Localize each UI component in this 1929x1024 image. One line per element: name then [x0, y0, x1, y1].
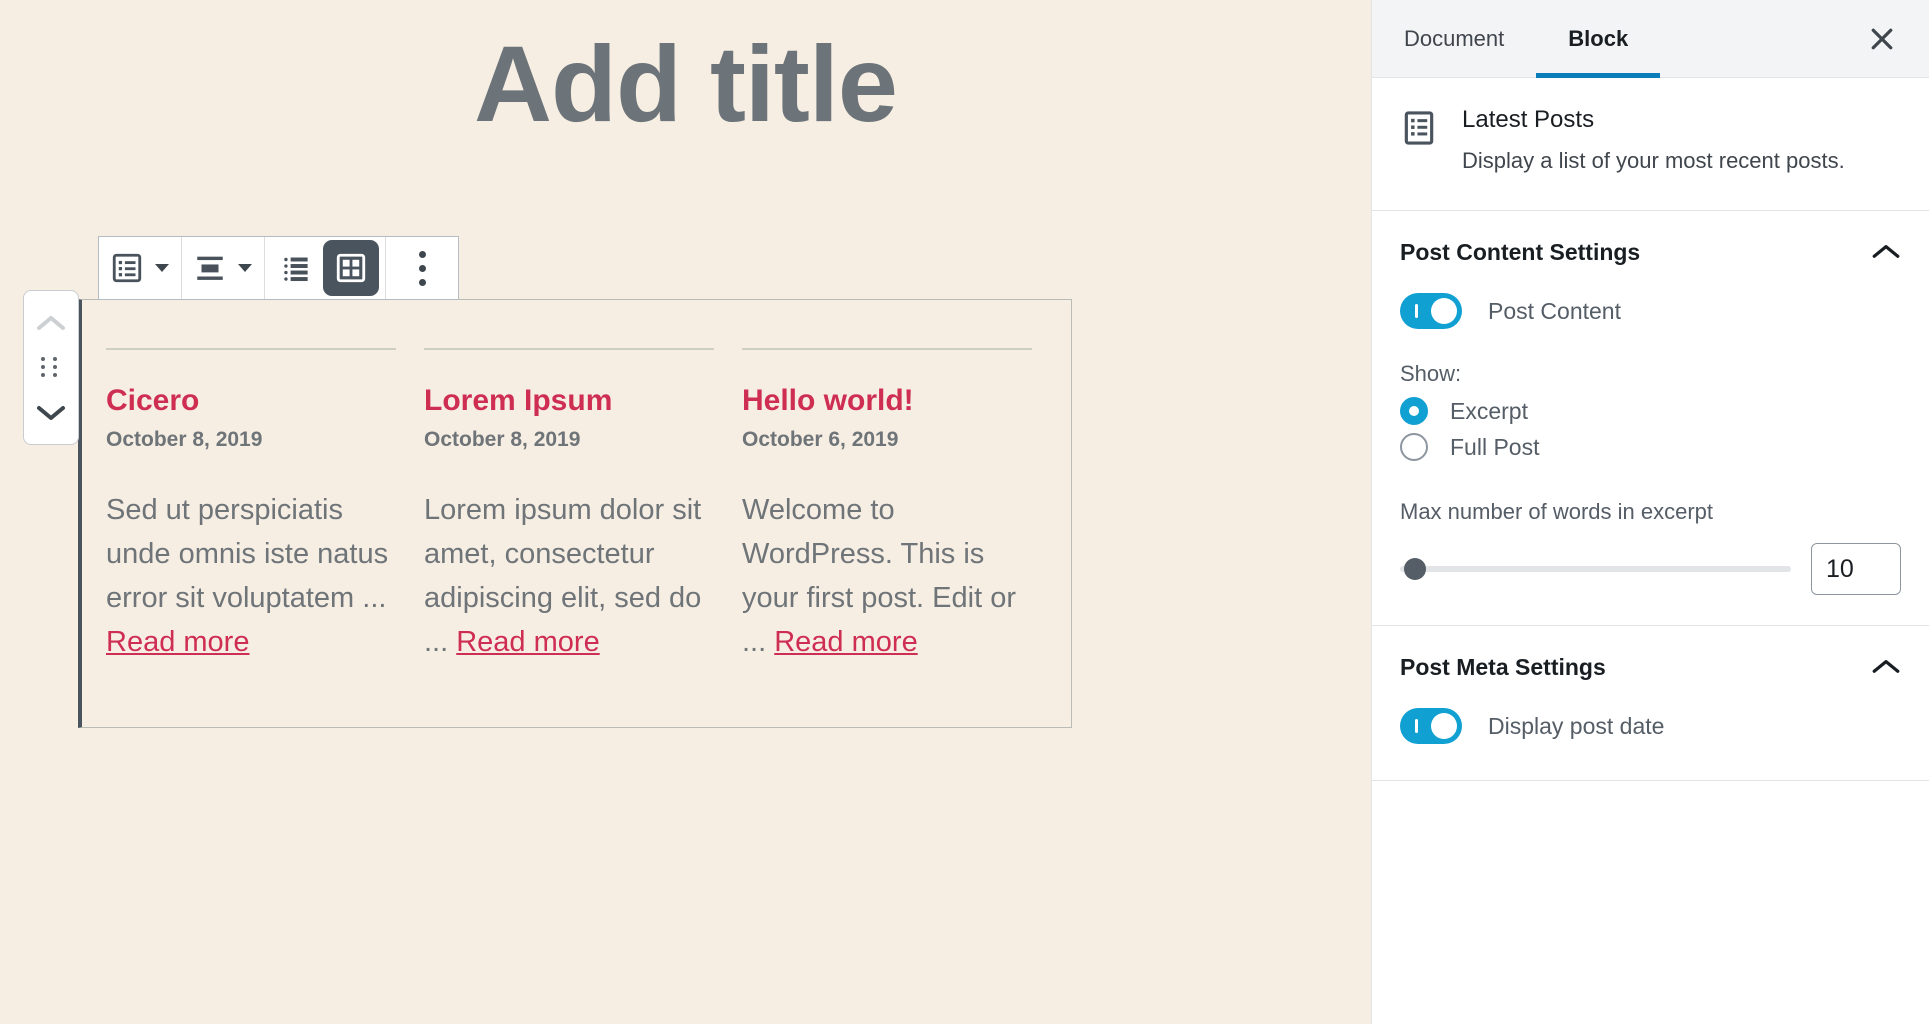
align-button[interactable]	[188, 237, 232, 299]
toggle-bar-icon	[1415, 304, 1418, 318]
settings-sidebar: Document Block L	[1371, 0, 1929, 1024]
toggle-knob	[1431, 298, 1457, 324]
post-date: October 8, 2019	[424, 428, 714, 452]
close-icon	[1867, 24, 1897, 54]
list-view-icon	[110, 251, 144, 285]
latest-posts-icon	[1400, 109, 1438, 147]
post-divider	[742, 348, 1032, 350]
chevron-up-icon	[1871, 242, 1901, 262]
block-name: Latest Posts	[1462, 106, 1845, 134]
post-content-toggle[interactable]	[1400, 293, 1462, 329]
layout-group	[265, 237, 386, 299]
panel-post-content-settings-header[interactable]: Post Content Settings	[1400, 211, 1901, 293]
list-layout-button[interactable]	[271, 237, 323, 299]
align-center-icon	[193, 251, 227, 285]
alignment-group	[182, 237, 265, 299]
post-title-link[interactable]: Hello world!	[742, 384, 1032, 417]
tab-document[interactable]: Document	[1372, 0, 1536, 77]
block-icon-wrapper	[1400, 106, 1440, 176]
grid-layout-button[interactable]	[323, 240, 379, 296]
radio-full-post-label: Full Post	[1450, 434, 1539, 461]
read-more-link[interactable]: Read more	[774, 626, 917, 658]
show-label: Show:	[1400, 361, 1901, 387]
radio-option-excerpt[interactable]: Excerpt	[1400, 397, 1901, 425]
post-excerpt: Welcome to WordPress. This is your first…	[742, 488, 1032, 664]
display-post-date-label: Display post date	[1488, 713, 1664, 740]
post-date: October 6, 2019	[742, 428, 1032, 452]
read-more-link[interactable]: Read more	[456, 626, 599, 658]
post-divider	[106, 348, 396, 350]
panel-post-content-settings: Post Content Settings Post Content Show:…	[1372, 211, 1929, 626]
align-chevron-down-icon[interactable]	[232, 237, 258, 299]
list-layout-icon	[280, 251, 314, 285]
toggle-knob	[1431, 713, 1457, 739]
post-excerpt: Lorem ipsum dolor sit amet, consectetur …	[424, 488, 714, 664]
post-content-toggle-label: Post Content	[1488, 298, 1621, 325]
slider-thumb[interactable]	[1404, 558, 1426, 580]
toggle-bar-icon	[1415, 719, 1418, 733]
display-post-date-toggle[interactable]	[1400, 708, 1462, 744]
grid-layout-icon	[334, 251, 368, 285]
drag-handle-icon[interactable]	[41, 357, 61, 379]
more-group	[386, 237, 458, 299]
move-down-button[interactable]	[24, 390, 78, 435]
post-content-toggle-row: Post Content	[1400, 293, 1901, 329]
block-type-chevron-down-icon[interactable]	[149, 237, 175, 299]
radio-excerpt-icon	[1400, 397, 1428, 425]
block-description: Display a list of your most recent posts…	[1462, 146, 1845, 176]
wordpress-block-editor: Add title	[0, 0, 1929, 1024]
post-item: Lorem Ipsum October 8, 2019 Lorem ipsum …	[424, 348, 714, 664]
max-words-control: 10	[1400, 543, 1901, 595]
chevron-up-icon	[1871, 657, 1901, 677]
panel-post-meta-settings: Post Meta Settings Display post date	[1372, 626, 1929, 781]
post-date: October 8, 2019	[106, 428, 396, 452]
block-toolbar	[98, 236, 459, 300]
block-mover	[23, 290, 79, 445]
latest-posts-grid: Cicero October 8, 2019 Sed ut perspiciat…	[82, 300, 1071, 664]
close-sidebar-button[interactable]	[1847, 0, 1917, 78]
panel-title: Post Content Settings	[1400, 239, 1640, 266]
post-title-link[interactable]: Lorem Ipsum	[424, 384, 714, 417]
block-info-text: Latest Posts Display a list of your most…	[1462, 106, 1845, 176]
chevron-up-icon	[37, 314, 65, 332]
radio-option-full-post[interactable]: Full Post	[1400, 433, 1901, 461]
more-options-vertical-icon[interactable]	[392, 237, 452, 299]
display-post-date-toggle-row: Display post date	[1400, 708, 1901, 744]
block-type-group	[99, 237, 182, 299]
tab-block[interactable]: Block	[1536, 0, 1660, 77]
max-words-input[interactable]: 10	[1811, 543, 1901, 595]
panel-title: Post Meta Settings	[1400, 654, 1606, 681]
post-title-placeholder[interactable]: Add title	[0, 22, 1371, 146]
post-excerpt-text: Sed ut perspiciatis unde omnis iste natu…	[106, 494, 388, 614]
editor-canvas: Add title	[0, 0, 1371, 1024]
move-up-button[interactable]	[24, 300, 78, 345]
latest-posts-block[interactable]: Cicero October 8, 2019 Sed ut perspiciat…	[78, 299, 1072, 728]
post-excerpt: Sed ut perspiciatis unde omnis iste natu…	[106, 488, 396, 664]
post-title-link[interactable]: Cicero	[106, 384, 396, 417]
radio-full-post-icon	[1400, 433, 1428, 461]
chevron-down-icon	[37, 404, 65, 422]
max-words-slider[interactable]	[1400, 566, 1791, 572]
post-item: Hello world! October 6, 2019 Welcome to …	[742, 348, 1032, 664]
max-words-label: Max number of words in excerpt	[1400, 499, 1901, 525]
post-divider	[424, 348, 714, 350]
block-info-card: Latest Posts Display a list of your most…	[1372, 78, 1929, 211]
sidebar-tabs: Document Block	[1372, 0, 1929, 78]
radio-excerpt-label: Excerpt	[1450, 398, 1528, 425]
panel-post-meta-settings-header[interactable]: Post Meta Settings	[1400, 626, 1901, 708]
post-item: Cicero October 8, 2019 Sed ut perspiciat…	[106, 348, 396, 664]
read-more-link[interactable]: Read more	[106, 626, 249, 658]
block-type-button[interactable]	[105, 237, 149, 299]
